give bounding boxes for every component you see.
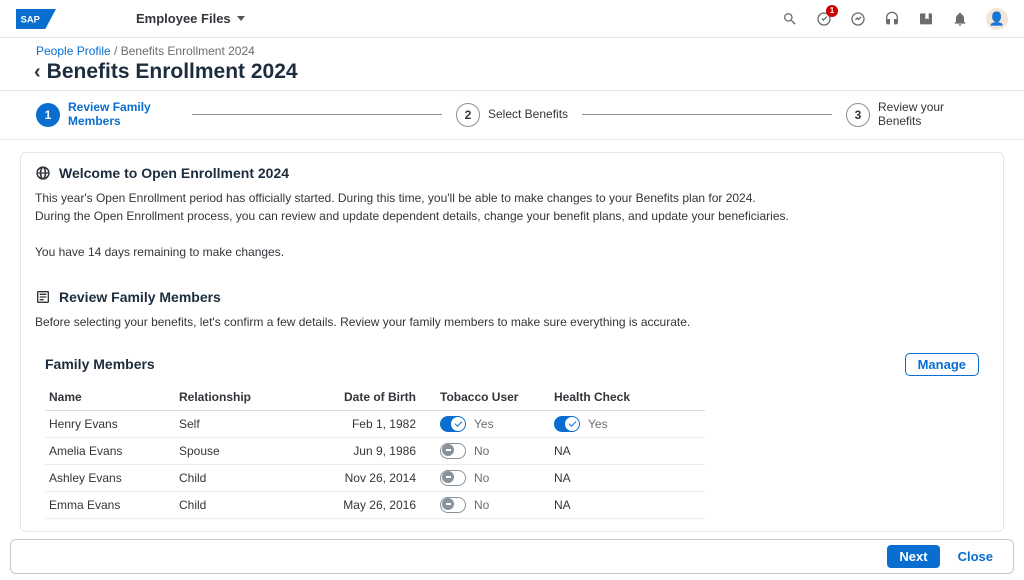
tobacco-label: No [474,471,489,485]
module-label: Employee Files [136,11,231,26]
cell-name: Amelia Evans [45,437,175,464]
cell-tobacco: No [420,491,550,518]
step-2-num: 2 [456,103,480,127]
approvals-button[interactable]: 1 [816,11,832,27]
step-2[interactable]: 2 Select Benefits [456,103,568,127]
col-tobacco: Tobacco User [420,384,550,411]
tobacco-label: Yes [474,417,494,431]
cell-dob: Feb 1, 1982 [305,410,420,437]
book-icon [918,11,934,27]
breadcrumb-current: Benefits Enrollment 2024 [121,44,255,58]
health-text: NA [554,444,571,458]
cell-dob: Jun 9, 1986 [305,437,420,464]
headset-icon [884,11,900,27]
next-button[interactable]: Next [887,545,939,568]
tobacco-toggle[interactable] [440,497,466,513]
cell-health: Yes [550,410,705,437]
cell-name: Henry Evans [45,410,175,437]
tobacco-toggle[interactable] [440,443,466,459]
svg-text:SAP: SAP [21,14,40,24]
step-divider [582,114,832,115]
cell-health: NA [550,437,705,464]
breadcrumb-sep: / [111,44,121,58]
cell-tobacco: No [420,437,550,464]
search-button[interactable] [782,11,798,27]
module-selector[interactable]: Employee Files [136,11,245,26]
health-toggle[interactable] [554,416,580,432]
col-relationship: Relationship [175,384,305,411]
table-row: Amelia EvansSpouseJun 9, 1986 No NA [45,437,705,464]
table-row: Henry EvansSelfFeb 1, 1982 Yes Yes [45,410,705,437]
col-health: Health Check [550,384,705,411]
notifications-button[interactable] [952,11,968,27]
cell-relationship: Self [175,410,305,437]
cell-dob: Nov 26, 2014 [305,464,420,491]
globe-icon [35,165,51,181]
cell-tobacco: No [420,464,550,491]
tobacco-toggle[interactable] [440,416,466,432]
step-divider [192,114,442,115]
cell-name: Emma Evans [45,491,175,518]
search-icon [782,11,798,27]
checklist-icon [35,289,51,305]
review-body: Before selecting your benefits, let's co… [35,313,989,331]
activity-button[interactable] [850,11,866,27]
page-title: Benefits Enrollment 2024 [47,60,298,84]
step-1-label: Review Family Members [68,101,178,129]
footer: Next Close [0,533,1024,580]
col-dob: Date of Birth [305,384,420,411]
col-name: Name [45,384,175,411]
sap-logo[interactable]: SAP [16,9,56,29]
review-title: Review Family Members [59,289,221,305]
step-3-label: Review your Benefits [878,101,988,129]
chevron-down-icon [237,16,245,21]
tobacco-label: No [474,444,489,458]
close-button[interactable]: Close [948,545,1003,568]
docs-button[interactable] [918,11,934,27]
bell-icon [952,11,968,27]
welcome-line1: This year's Open Enrollment period has o… [35,189,989,207]
health-text: NA [554,471,571,485]
notification-badge: 1 [826,5,838,17]
family-members-title: Family Members [45,356,155,372]
health-text: NA [554,498,571,512]
cell-dob: May 26, 2016 [305,491,420,518]
step-3[interactable]: 3 Review your Benefits [846,101,988,129]
tobacco-label: No [474,498,489,512]
cell-relationship: Child [175,464,305,491]
back-button[interactable]: ‹ [34,62,41,82]
stepper: 1 Review Family Members 2 Select Benefit… [0,90,1024,140]
family-table: Name Relationship Date of Birth Tobacco … [45,384,705,519]
welcome-title: Welcome to Open Enrollment 2024 [59,165,289,181]
table-row: Ashley EvansChildNov 26, 2014 No NA [45,464,705,491]
tobacco-toggle[interactable] [440,470,466,486]
top-bar: SAP Employee Files 1 👤 [0,0,1024,38]
step-1-num: 1 [36,103,60,127]
cell-health: NA [550,491,705,518]
cell-tobacco: Yes [420,410,550,437]
step-1[interactable]: 1 Review Family Members [36,101,178,129]
breadcrumb-link[interactable]: People Profile [36,44,111,58]
cell-name: Ashley Evans [45,464,175,491]
table-row: Emma EvansChildMay 26, 2016 No NA [45,491,705,518]
activity-icon [850,11,866,27]
welcome-line2: During the Open Enrollment process, you … [35,207,989,225]
support-button[interactable] [884,11,900,27]
welcome-line3: You have 14 days remaining to make chang… [35,243,989,261]
cell-relationship: Spouse [175,437,305,464]
main-panel: Welcome to Open Enrollment 2024 This yea… [20,152,1004,532]
health-label: Yes [588,417,608,431]
step-3-num: 3 [846,103,870,127]
cell-relationship: Child [175,491,305,518]
breadcrumb: People Profile / Benefits Enrollment 202… [0,38,1024,58]
manage-button[interactable]: Manage [905,353,979,376]
cell-health: NA [550,464,705,491]
user-avatar[interactable]: 👤 [986,8,1008,30]
step-2-label: Select Benefits [488,108,568,122]
